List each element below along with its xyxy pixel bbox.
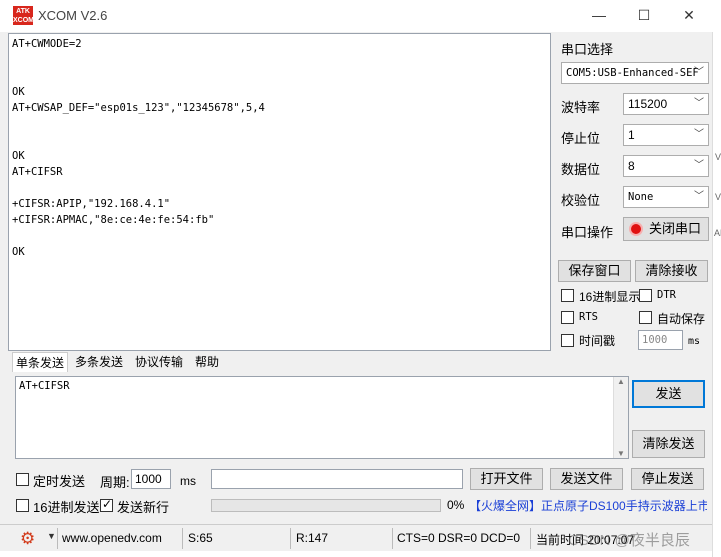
status-received-count: R:147 xyxy=(296,531,329,545)
tab-help[interactable]: 帮助 xyxy=(192,352,222,372)
status-url[interactable]: www.openedv.com xyxy=(62,531,162,545)
close-port-label: 关闭串口 xyxy=(649,221,702,236)
port-select-value: COM5:USB-Enhanced-SEF xyxy=(566,67,699,79)
auto-save-label: 自动保存 xyxy=(657,312,706,326)
timed-send-checkbox[interactable] xyxy=(16,473,29,486)
gear-icon[interactable]: ⚙ xyxy=(20,529,35,549)
baud-select-value: 115200 xyxy=(628,97,668,111)
tab-single-send[interactable]: 单条发送 xyxy=(12,352,69,372)
period-label: 周期: xyxy=(100,475,130,490)
stop-bits-label: 停止位 xyxy=(561,131,601,146)
background-window-edge: V V AL xyxy=(712,32,721,557)
clear-receive-button[interactable]: 清除接收 xyxy=(635,260,708,282)
edge-text-b: V xyxy=(715,192,721,202)
clear-send-button[interactable]: 清除发送 xyxy=(632,430,705,458)
timestamp-unit: ms xyxy=(688,336,701,347)
baud-select[interactable]: 115200 ﹀ xyxy=(623,93,709,115)
maximize-icon[interactable]: ☐ xyxy=(634,6,654,24)
window-title: XCOM V2.6 xyxy=(38,8,108,23)
minimize-icon[interactable]: — xyxy=(589,6,609,24)
close-port-button[interactable]: 关闭串口 xyxy=(623,217,709,241)
close-icon[interactable]: ✕ xyxy=(679,6,699,24)
tab-protocol[interactable]: 协议传输 xyxy=(132,352,186,372)
chevron-down-icon: ﹀ xyxy=(694,191,704,202)
send-progress-bar xyxy=(211,499,441,512)
parity-select[interactable]: None ﹀ xyxy=(623,186,709,208)
send-input[interactable]: AT+CIFSR xyxy=(15,376,629,459)
edge-text-a: V xyxy=(715,152,721,162)
status-separator xyxy=(57,528,58,549)
dtr-label: DTR xyxy=(657,289,676,301)
period-unit: ms xyxy=(180,474,196,488)
port-status-indicator-icon xyxy=(629,222,643,236)
logo-text-top: ATK xyxy=(16,8,30,15)
data-bits-select[interactable]: 8 ﹀ xyxy=(623,155,709,177)
scroll-up-icon[interactable]: ▲ xyxy=(614,377,628,386)
parity-label: 校验位 xyxy=(561,193,601,208)
file-path-input[interactable] xyxy=(211,469,463,489)
status-bar: ⚙ ▼ www.openedv.com S:65 R:147 CTS=0 DSR… xyxy=(0,524,712,551)
timed-send-label: 定时发送 xyxy=(33,474,86,489)
auto-save-checkbox[interactable] xyxy=(639,311,652,324)
status-sent-count: S:65 xyxy=(188,531,213,545)
stop-bits-value: 1 xyxy=(628,128,635,142)
send-file-button[interactable]: 发送文件 xyxy=(550,468,623,490)
watermark: CSDN @夜半良辰 xyxy=(568,532,690,549)
port-select[interactable]: COM5:USB-Enhanced-SEF ﹀ xyxy=(561,62,709,84)
baud-label: 波特率 xyxy=(561,100,601,115)
chevron-down-icon: ﹀ xyxy=(694,98,704,109)
hex-display-label: 16进制显示 xyxy=(579,290,641,304)
status-separator xyxy=(182,528,183,549)
stop-send-button[interactable]: 停止发送 xyxy=(631,468,704,490)
open-file-button[interactable]: 打开文件 xyxy=(470,468,543,490)
receive-area[interactable]: AT+CWMODE=2 OK AT+CWSAP_DEF="esp01s_123"… xyxy=(8,33,551,351)
chevron-down-icon[interactable]: ▼ xyxy=(47,531,56,541)
rts-checkbox[interactable] xyxy=(561,311,574,324)
scroll-down-icon[interactable]: ▼ xyxy=(614,449,628,458)
status-separator xyxy=(290,528,291,549)
parity-value: None xyxy=(628,191,654,203)
ad-link[interactable]: 【火爆全网】正点原子DS100手持示波器上市 xyxy=(469,497,707,514)
send-scrollbar[interactable]: ▲ ▼ xyxy=(613,377,628,458)
status-separator xyxy=(530,528,531,549)
timestamp-checkbox[interactable] xyxy=(561,334,574,347)
timestamp-label: 时间戳 xyxy=(579,334,616,348)
save-window-button[interactable]: 保存窗口 xyxy=(558,260,631,282)
port-op-label: 串口操作 xyxy=(561,225,614,240)
chevron-down-icon: ﹀ xyxy=(694,160,704,171)
chevron-down-icon: ﹀ xyxy=(694,67,704,78)
timestamp-input[interactable]: 1000 xyxy=(638,330,683,350)
data-bits-value: 8 xyxy=(628,159,635,173)
status-modem-lines: CTS=0 DSR=0 DCD=0 xyxy=(397,531,521,545)
send-newline-label: 发送新行 xyxy=(117,500,170,515)
send-newline-checkbox[interactable] xyxy=(100,497,113,512)
hex-send-label: 16进制发送 xyxy=(33,500,100,515)
rts-label: RTS xyxy=(579,311,598,323)
title-bar: ATK XCOM XCOM V2.6 — ☐ ✕ xyxy=(0,0,721,32)
edge-text-c: AL xyxy=(714,228,721,238)
port-select-label: 串口选择 xyxy=(561,42,614,57)
app-logo-icon: ATK XCOM xyxy=(13,6,34,25)
send-button[interactable]: 发送 xyxy=(632,380,705,408)
stop-bits-select[interactable]: 1 ﹀ xyxy=(623,124,709,146)
tab-multi-send[interactable]: 多条发送 xyxy=(72,352,126,372)
progress-percent: 0% xyxy=(447,498,465,512)
logo-text-bottom: XCOM xyxy=(13,17,34,24)
hex-display-checkbox[interactable] xyxy=(561,289,574,302)
data-bits-label: 数据位 xyxy=(561,162,601,177)
period-input[interactable]: 1000 xyxy=(131,469,171,489)
hex-send-checkbox[interactable] xyxy=(16,499,29,512)
status-separator xyxy=(392,528,393,549)
chevron-down-icon: ﹀ xyxy=(694,129,704,140)
dtr-checkbox[interactable] xyxy=(639,289,652,302)
